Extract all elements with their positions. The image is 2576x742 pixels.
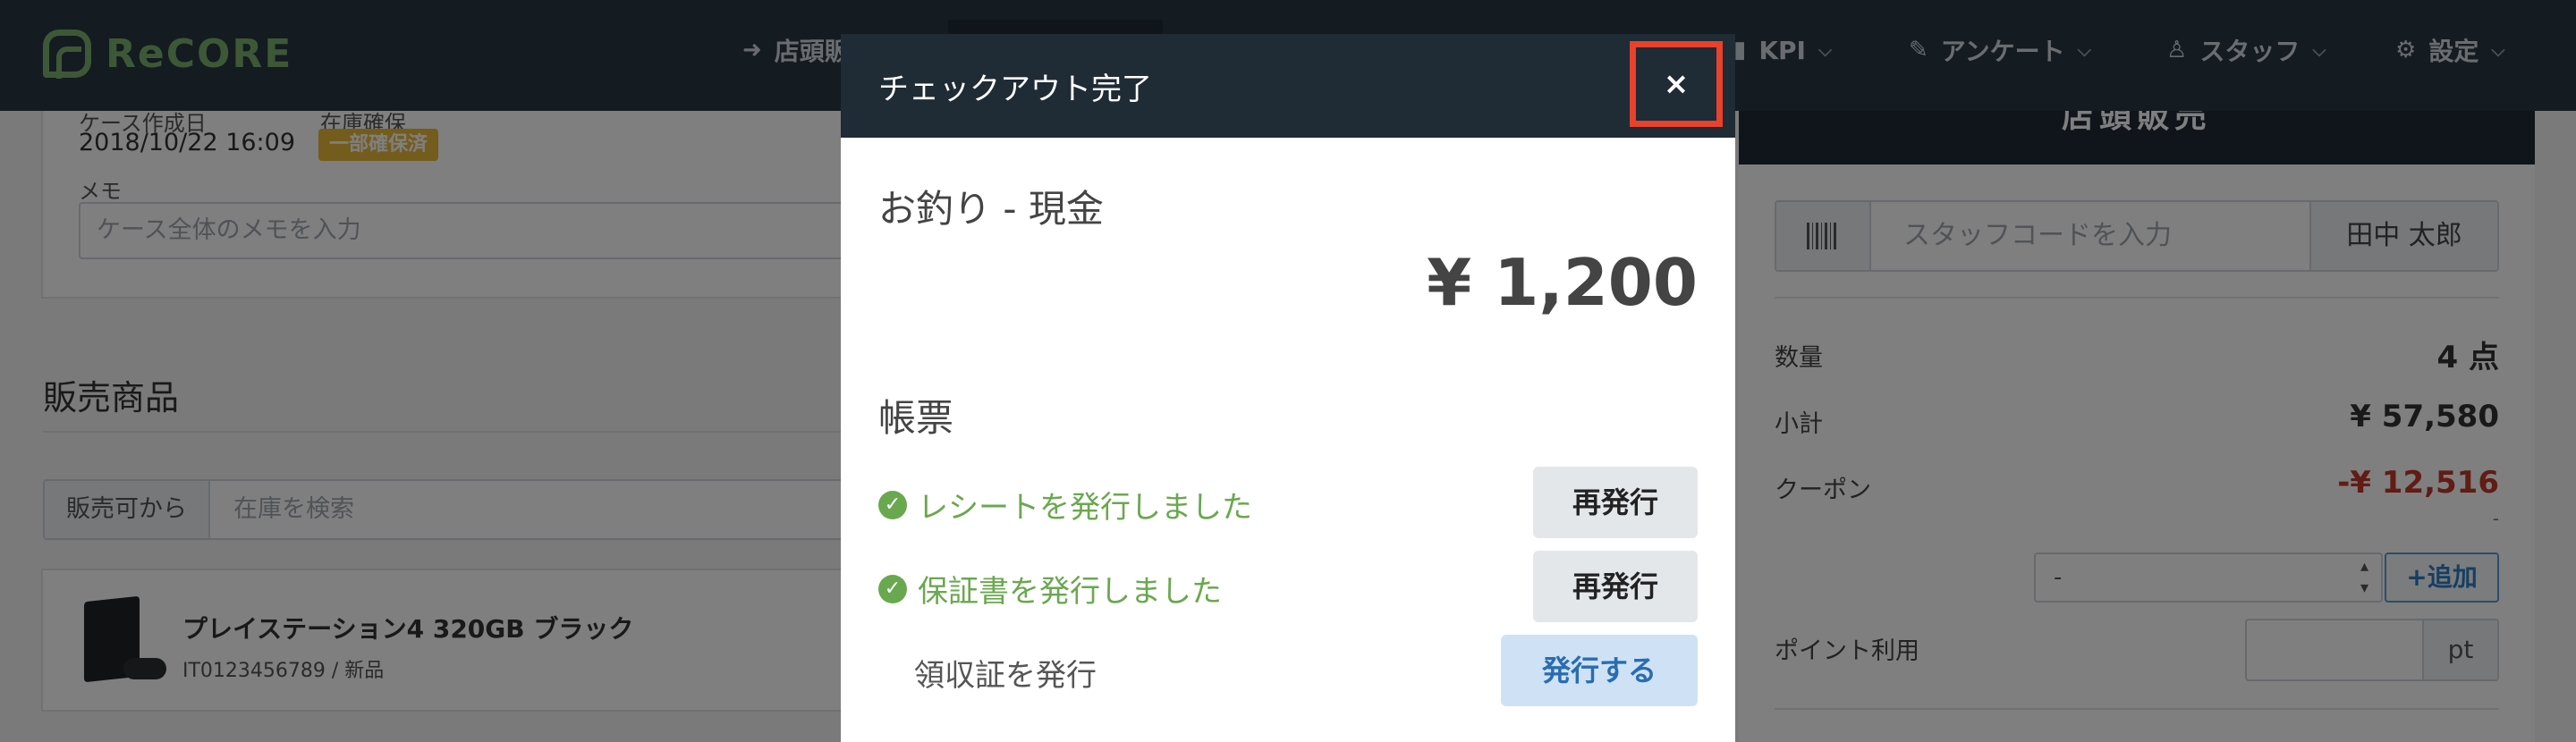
document-row-warranty: ✓ 保証書を発行しました 再発行 (878, 551, 1698, 622)
modal-header: チェックアウト完了 × (841, 34, 1735, 138)
check-circle-icon: ✓ (878, 490, 907, 519)
check-circle-icon: ✓ (878, 574, 907, 603)
reissue-warranty-button[interactable]: 再発行 (1533, 551, 1698, 622)
document-status: ✓ レシートを発行しました (878, 483, 1252, 527)
change-amount: ¥ 1,200 (1427, 245, 1698, 320)
document-row-invoice: 領収証を発行 発行する (878, 635, 1698, 706)
document-row-receipt: ✓ レシートを発行しました 再発行 (878, 467, 1698, 538)
reissue-receipt-button[interactable]: 再発行 (1533, 467, 1698, 538)
document-status-text: 領収証を発行 (914, 658, 1097, 694)
document-status-text: 保証書を発行しました (918, 574, 1222, 610)
checkout-complete-modal: チェックアウト完了 × お釣り - 現金 ¥ 1,200 帳票 ✓ レシートを発… (841, 34, 1735, 742)
document-status: ✓ 保証書を発行しました (878, 567, 1222, 611)
documents-title: 帳票 (878, 396, 954, 440)
change-label: お釣り - 現金 (878, 187, 1104, 231)
close-button[interactable]: × (1630, 41, 1723, 127)
modal-title: チェックアウト完了 (878, 72, 1152, 107)
document-status-text: レシートを発行しました (918, 490, 1252, 526)
issue-invoice-button[interactable]: 発行する (1501, 635, 1698, 706)
close-icon: × (1663, 66, 1690, 102)
